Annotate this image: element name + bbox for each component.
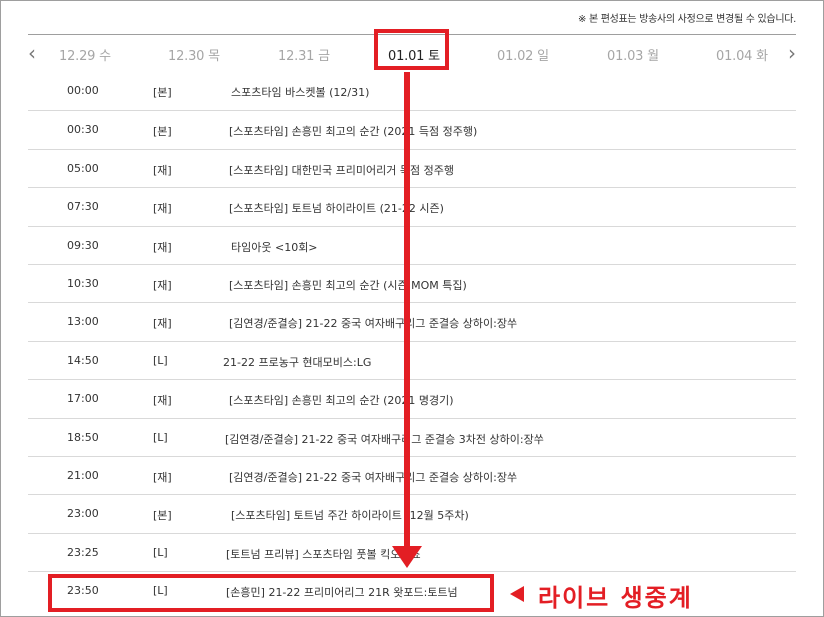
schedule-tag: [L] — [153, 430, 168, 444]
schedule-time: 05:00 — [67, 161, 99, 175]
schedule-tag: [L] — [153, 545, 168, 559]
schedule-row[interactable]: 09:30 [재] 타임아웃 <10회> — [28, 225, 796, 264]
date-tab[interactable]: 01.04 화 — [716, 45, 768, 64]
schedule-tag: [재] — [153, 202, 172, 216]
schedule-title: [김연경/준결승] 21-22 중국 여자배구리그 준결승 상하이:장쑤 — [229, 317, 518, 331]
annotation-arrow-down-icon — [392, 546, 422, 568]
schedule-tag: [본] — [153, 86, 172, 99]
date-tab[interactable]: 12.30 목 — [168, 45, 220, 64]
schedule-row[interactable]: 00:30 [본] [스포츠타임] 손흥민 최고의 순간 (2021 득점 정주… — [28, 110, 796, 148]
schedule-notice: ※ 본 편성표는 방송사의 사정으로 변경될 수 있습니다. — [577, 14, 796, 25]
date-tab[interactable]: 01.02 일 — [497, 45, 549, 64]
schedule-time: 14:50 — [67, 353, 99, 367]
schedule-list: 00:00 [본] 스포츠타임 바스켓볼 (12/31) 00:30 [본] [… — [28, 72, 796, 609]
annotation-arrow-left-icon — [510, 586, 524, 602]
schedule-title: [스포츠타임] 토트넘 주간 하이라이트 (12월 5주차) — [231, 509, 469, 523]
schedule-time: 17:00 — [67, 392, 99, 406]
schedule-row[interactable]: 13:00 [재] [김연경/준결승] 21-22 중국 여자배구리그 준결승 … — [28, 302, 796, 340]
schedule-time: 00:30 — [67, 123, 99, 137]
schedule-tag: [본] — [153, 125, 172, 139]
schedule-time: 09:30 — [67, 238, 99, 252]
schedule-row[interactable]: 23:00 [본] [스포츠타임] 토트넘 주간 하이라이트 (12월 5주차) — [28, 494, 796, 532]
schedule-title: [스포츠타임] 손흥민 최고의 순간 (시즌 MOM 특집) — [229, 278, 467, 292]
chevron-left-icon[interactable]: ‹ — [22, 41, 42, 65]
schedule-row[interactable]: 07:30 [재] [스포츠타임] 토트넘 하이라이트 (21-22 시즌) — [28, 187, 796, 225]
schedule-tag: [재] — [153, 317, 172, 331]
schedule-title: [스포츠타임] 손흥민 최고의 순간 (2021 명경기) — [229, 394, 454, 408]
schedule-tag: [재] — [153, 163, 172, 177]
schedule-time: 23:00 — [67, 507, 99, 521]
schedule-time: 07:30 — [67, 200, 99, 214]
schedule-tag: [본] — [153, 509, 172, 523]
schedule-title: 타임아웃 <10회> — [231, 240, 318, 254]
schedule-title: 21-22 프로농구 현대모비스:LG — [223, 355, 372, 369]
live-row-highlight — [48, 574, 494, 612]
chevron-right-icon[interactable]: › — [782, 41, 802, 65]
selected-date-highlight — [374, 29, 449, 70]
schedule-title: [스포츠타임] 토트넘 하이라이트 (21-22 시즌) — [229, 202, 444, 216]
schedule-time: 10:30 — [67, 276, 99, 290]
schedule-tag: [L] — [153, 353, 168, 367]
schedule-title: [김연경/준결승] 21-22 중국 여자배구리그 준결승 3차전 상하이:장쑤 — [225, 432, 544, 446]
schedule-time: 21:00 — [67, 468, 99, 482]
schedule-row[interactable]: 10:30 [재] [스포츠타임] 손흥민 최고의 순간 (시즌 MOM 특집) — [28, 263, 796, 302]
schedule-tag: [재] — [153, 470, 172, 484]
schedule-time: 13:00 — [67, 315, 99, 329]
schedule-tag: [재] — [153, 278, 172, 292]
schedule-time: 00:00 — [67, 84, 99, 97]
schedule-title: 스포츠타임 바스켓볼 (12/31) — [231, 86, 370, 99]
live-broadcast-label: 라이브 생중계 — [538, 584, 693, 612]
date-tab[interactable]: 12.31 금 — [278, 45, 330, 64]
schedule-row[interactable]: 21:00 [재] [김연경/준결승] 21-22 중국 여자배구리그 준결승 … — [28, 455, 796, 494]
annotation-arrow-line — [404, 72, 410, 552]
schedule-title: [스포츠타임] 손흥민 최고의 순간 (2021 득점 정주행) — [229, 125, 478, 139]
schedule-title: [스포츠타임] 대한민국 프리미어리거 득점 정주행 — [229, 163, 454, 177]
date-tab[interactable]: 12.29 수 — [59, 45, 111, 64]
date-tab[interactable]: 01.03 월 — [607, 45, 659, 64]
schedule-tag: [재] — [153, 240, 172, 254]
schedule-row[interactable]: 14:50 [L] 21-22 프로농구 현대모비스:LG — [28, 340, 796, 379]
schedule-row[interactable]: 18:50 [L] [김연경/준결승] 21-22 중국 여자배구리그 준결승 … — [28, 417, 796, 456]
schedule-time: 18:50 — [67, 430, 99, 444]
schedule-time: 23:25 — [67, 545, 99, 559]
schedule-row[interactable]: 05:00 [재] [스포츠타임] 대한민국 프리미어리거 득점 정주행 — [28, 148, 796, 187]
schedule-title: [김연경/준결승] 21-22 중국 여자배구리그 준결승 상하이:장쑤 — [229, 470, 518, 484]
schedule-tag: [재] — [153, 394, 172, 408]
schedule-row[interactable]: 00:00 [본] 스포츠타임 바스켓볼 (12/31) — [28, 72, 796, 110]
schedule-row[interactable]: 17:00 [재] [스포츠타임] 손흥민 최고의 순간 (2021 명경기) — [28, 379, 796, 417]
